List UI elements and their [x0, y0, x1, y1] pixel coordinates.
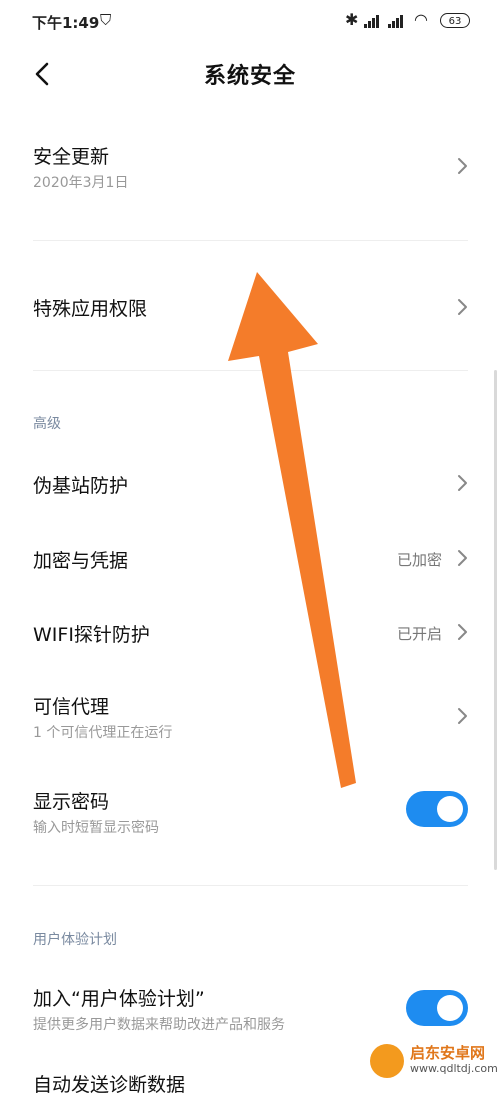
status-bar: 下午1:49 ⛉ ✱ ◠ 63: [0, 0, 500, 44]
wifi-icon: ◠: [414, 10, 428, 29]
section-ux-plan: 用户体验计划: [33, 932, 117, 948]
signal-hd-icon: [388, 14, 408, 28]
trust-agents-label: 可信代理: [33, 696, 110, 718]
wifi-probe-label: WIFI探针防护: [33, 624, 150, 646]
chevron-right-icon: [458, 158, 467, 174]
trust-agents-row[interactable]: 可信代理 1 个可信代理正在运行: [0, 680, 500, 750]
security-update-row[interactable]: 安全更新 2020年3月1日: [0, 130, 500, 220]
divider: [33, 240, 468, 241]
show-password-sub: 输入时短暂显示密码: [33, 820, 159, 836]
special-permissions-label: 特殊应用权限: [33, 298, 148, 320]
page-title: 系统安全: [203, 64, 296, 89]
header: 系统安全: [0, 44, 500, 104]
wifi-probe-status: 已开启: [396, 625, 442, 643]
chevron-right-icon: [458, 708, 467, 724]
chevron-right-icon: [458, 475, 467, 491]
toggle-knob: [437, 995, 463, 1021]
join-ux-row: 加入“用户体验计划” 提供更多用户数据来帮助改进产品和服务: [0, 972, 500, 1042]
show-password-row: 显示密码 输入时短暂显示密码: [0, 775, 500, 845]
chevron-right-icon: [458, 550, 467, 566]
watermark-url: www.qdltdj.com: [410, 1062, 498, 1075]
bluetooth-icon: ✱: [345, 10, 359, 29]
security-update-label: 安全更新: [33, 146, 110, 168]
watermark: 启东安卓网 www.qdltdj.com: [370, 1040, 500, 1084]
security-update-date: 2020年3月1日: [33, 175, 129, 191]
encryption-label: 加密与凭据: [33, 550, 129, 572]
battery-icon: 63: [440, 13, 470, 28]
show-password-label: 显示密码: [33, 791, 110, 813]
chevron-right-icon: [458, 624, 467, 640]
trust-agents-sub: 1 个可信代理正在运行: [33, 725, 173, 741]
divider: [33, 370, 468, 371]
scrollbar[interactable]: [494, 370, 497, 870]
fake-base-station-row[interactable]: 伪基站防护: [0, 455, 500, 511]
encryption-row[interactable]: 加密与凭据 已加密: [0, 530, 500, 586]
show-password-toggle[interactable]: [406, 791, 468, 827]
join-ux-toggle[interactable]: [406, 990, 468, 1026]
divider: [33, 885, 468, 886]
toggle-knob: [437, 796, 463, 822]
status-time: 下午1:49: [32, 14, 100, 32]
watermark-logo: [370, 1044, 404, 1078]
section-advanced: 高级: [33, 416, 61, 432]
wifi-probe-row[interactable]: WIFI探针防护 已开启: [0, 604, 500, 660]
fake-base-station-label: 伪基站防护: [33, 475, 129, 497]
chevron-right-icon: [458, 299, 467, 315]
watermark-title: 启东安卓网: [410, 1044, 486, 1062]
special-permissions-row[interactable]: 特殊应用权限: [0, 280, 500, 336]
join-ux-sub: 提供更多用户数据来帮助改进产品和服务: [33, 1017, 285, 1033]
shield-icon: ⛉: [100, 11, 112, 29]
join-ux-label: 加入“用户体验计划”: [33, 988, 205, 1010]
signal-hd-icon: [364, 14, 384, 28]
battery-level: 63: [448, 16, 462, 27]
encryption-status: 已加密: [396, 551, 442, 569]
